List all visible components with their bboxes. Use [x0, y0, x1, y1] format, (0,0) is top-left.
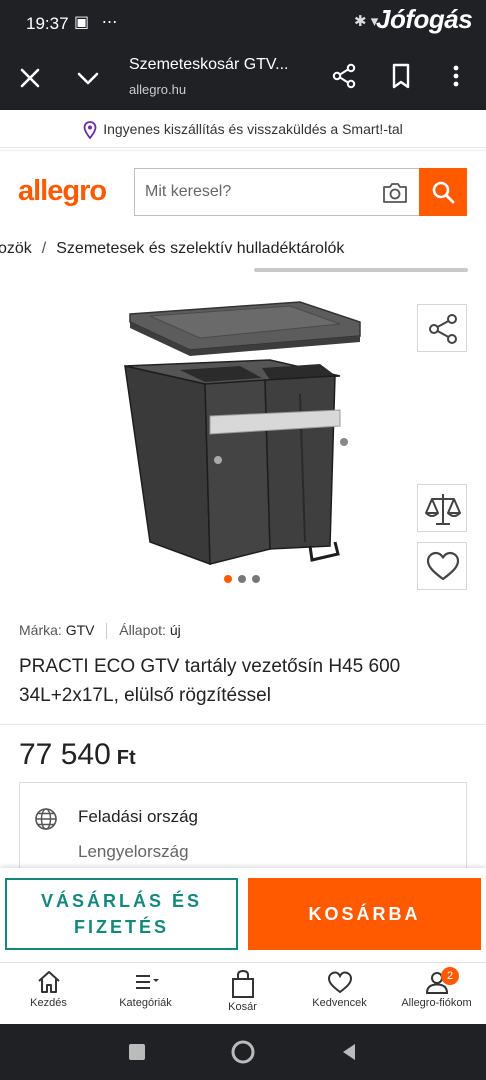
nav-label: Kezdés [30, 997, 67, 1009]
camera-icon[interactable] [381, 181, 409, 205]
brand-value[interactable]: GTV [66, 622, 95, 638]
nav-item-categories[interactable]: Kategóriák [97, 963, 194, 1025]
breadcrumb-separator: / [41, 240, 47, 257]
add-to-cart-button[interactable]: KOSÁRBA [248, 878, 481, 950]
search-input[interactable] [145, 169, 371, 215]
buy-now-button[interactable]: VÁSÁRLÁS ÉS FIZETÉS [5, 878, 238, 950]
price-amount: 77 540 [19, 738, 111, 771]
home-button-icon[interactable] [230, 1039, 256, 1065]
buy-now-label-line2: FIZETÉS [73, 917, 169, 937]
condition-label: Állapot: [119, 622, 166, 638]
nav-label: Allegro-fiókom [401, 997, 472, 1009]
android-navigation-bar [0, 1024, 486, 1080]
heart-icon [327, 971, 352, 994]
home-icon [37, 971, 60, 993]
allegro-logo[interactable]: allegro [18, 175, 107, 208]
meta-divider [106, 623, 108, 640]
share-icon[interactable] [330, 62, 358, 90]
recent-apps-icon[interactable] [127, 1042, 147, 1062]
nav-item-cart[interactable]: Kosár [194, 963, 291, 1025]
shipping-origin-box: Feladási ország Lengyelország [19, 782, 467, 882]
product-image[interactable] [0, 284, 486, 606]
globe-icon [35, 808, 57, 830]
promo-text: Ingyenes kiszállítás és visszaküldés a S… [103, 121, 403, 137]
purchase-action-bar: VÁSÁRLÁS ÉS FIZETÉS KOSÁRBA [0, 868, 486, 962]
gallery-dot[interactable] [238, 575, 246, 583]
list-icon [135, 975, 159, 989]
nav-label: Kosár [228, 1001, 257, 1013]
origin-value: Lengyelország [78, 842, 189, 861]
favorite-button[interactable] [417, 542, 467, 590]
page-url: allegro.hu [129, 82, 187, 97]
gallery-dot-active[interactable] [224, 575, 232, 583]
breadcrumb-item[interactable]: Szemetesek és szelektív hulladéktárolók [56, 240, 344, 257]
product-price: 77 540 Ft [19, 738, 136, 772]
breadcrumb-item[interactable]: ozök [0, 240, 32, 257]
scale-icon [425, 494, 461, 525]
status-bar: 19:37 ▣ ⋯ ✱ ▾ Jófogás [0, 0, 486, 48]
share-icon [429, 314, 457, 344]
page-title: Szemeteskosár GTV... [129, 56, 289, 73]
nav-label: Kategóriák [119, 997, 172, 1009]
product-gallery[interactable] [0, 284, 486, 606]
price-currency: Ft [116, 747, 136, 769]
nav-item-home[interactable]: Kezdés [0, 963, 97, 1025]
buy-now-label-line1: VÁSÁRLÁS ÉS [40, 891, 203, 911]
location-pin-icon [83, 121, 97, 140]
more-vert-icon[interactable] [444, 62, 468, 90]
breadcrumb: ozök / Szemetesek és szelektív hulladéktár… [0, 230, 486, 272]
search-button[interactable] [419, 168, 467, 216]
chevron-down-icon[interactable] [74, 64, 102, 92]
compare-button[interactable] [417, 484, 467, 532]
system-icons: ✱ ▾ [354, 13, 379, 30]
search-icon [432, 181, 455, 204]
gallery-pagination [214, 570, 268, 588]
notification-icons: ▣ ⋯ [74, 14, 122, 31]
watermark-logo: Jófogás [376, 4, 473, 34]
bookmark-icon[interactable] [388, 62, 414, 90]
product-meta: Márka: GTV Állapot: új [19, 622, 181, 640]
condition-value: új [169, 622, 181, 638]
bottom-navigation: Kezdés Kategóriák Kosár Kedvencek 2 Alle… [0, 962, 486, 1024]
close-icon[interactable] [16, 64, 44, 92]
status-time: 19:37 [26, 14, 69, 33]
brand-label: Márka: [19, 622, 62, 638]
origin-label: Feladási ország [78, 807, 199, 826]
gallery-dot[interactable] [252, 575, 260, 583]
share-product-button[interactable] [417, 304, 467, 352]
breadcrumb-scrollbar[interactable] [254, 268, 468, 272]
browser-toolbar: Szemeteskosár GTV... allegro.hu [0, 48, 486, 110]
search-box [134, 168, 420, 216]
nav-label: Kedvencek [312, 997, 367, 1009]
account-badge: 2 [441, 967, 459, 985]
heart-icon [426, 551, 460, 581]
nav-item-account[interactable]: 2 Allegro-fiókom [388, 963, 485, 1025]
section-divider [0, 724, 486, 725]
promo-banner[interactable]: Ingyenes kiszállítás és visszaküldés a S… [0, 110, 486, 148]
bag-icon [231, 969, 254, 998]
nav-item-favorites[interactable]: Kedvencek [291, 963, 388, 1025]
back-icon[interactable] [339, 1042, 359, 1062]
product-title: PRACTI ECO GTV tartály vezetősín H45 600… [19, 656, 401, 706]
